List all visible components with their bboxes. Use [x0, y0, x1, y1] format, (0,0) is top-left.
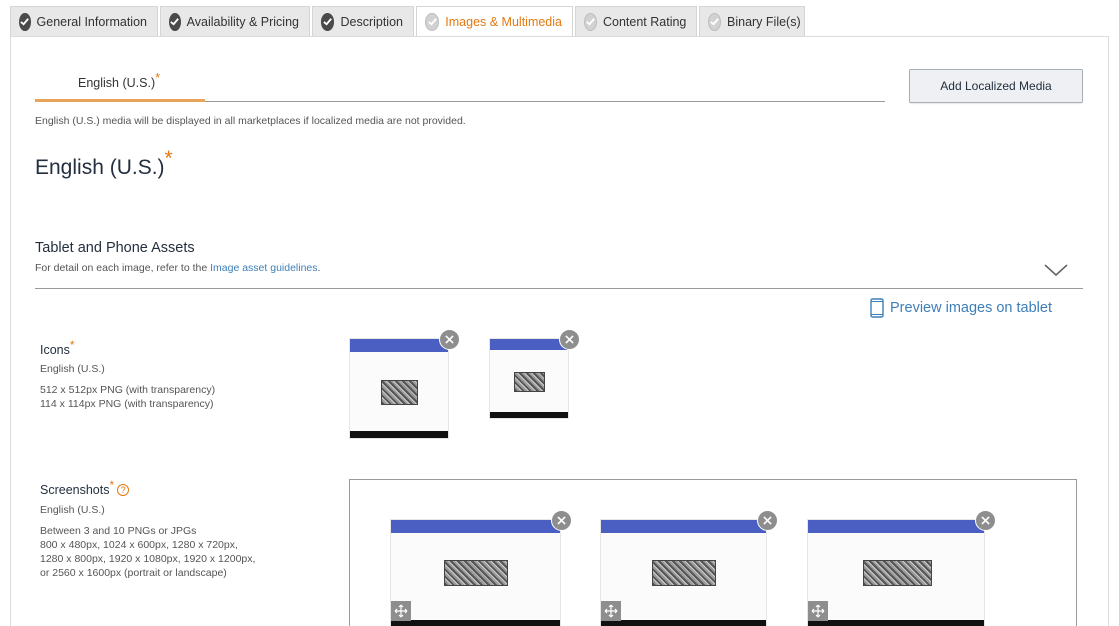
- thumbnail-app-bar: [490, 339, 568, 350]
- check-circle-icon: [169, 12, 181, 31]
- thumbnail-image: [863, 560, 932, 586]
- icons-spec-114: 114 x 114px PNG (with transparency): [40, 398, 214, 410]
- preview-link-label: Preview images on tablet: [890, 300, 1052, 316]
- screenshots-spec-count: Between 3 and 10 PNGs or JPGs: [40, 525, 197, 537]
- tab-label: Description: [340, 14, 403, 29]
- locale-heading: English (U.S.)*: [35, 147, 173, 180]
- move-icon[interactable]: [808, 601, 828, 621]
- screenshots-spec-sizes-2: 1280 x 800px, 1920 x 1080px, 1920 x 1200…: [40, 553, 256, 565]
- thumbnail-image: [514, 372, 545, 392]
- thumbnail-image: [381, 380, 418, 405]
- check-circle-outline-icon: [425, 12, 440, 31]
- close-icon[interactable]: [757, 510, 778, 531]
- tab-label: Content Rating: [603, 14, 687, 29]
- chevron-down-icon[interactable]: [1043, 262, 1069, 278]
- check-circle-icon: [321, 12, 335, 31]
- tab-label: Binary File(s): [727, 14, 801, 29]
- tab-label: Availability & Pricing: [186, 14, 299, 29]
- required-mark: *: [69, 338, 75, 352]
- tab-content-rating[interactable]: Content Rating: [575, 6, 697, 36]
- tablet-icon: [870, 298, 884, 318]
- locale-tab-active-indicator: [35, 99, 205, 102]
- close-icon[interactable]: [439, 329, 460, 350]
- locale-heading-text: English (U.S.): [35, 156, 165, 179]
- thumbnail-nav-bar: [490, 412, 568, 418]
- tab-description[interactable]: Description: [312, 6, 414, 36]
- tab-label: Images & Multimedia: [445, 14, 562, 29]
- screenshot-thumbnail[interactable]: [390, 510, 572, 626]
- thumbnail-image: [444, 560, 508, 586]
- section-title: Tablet and Phone Assets: [35, 240, 195, 256]
- section-subtitle-text: For detail on each image, refer to the: [35, 262, 211, 274]
- thumbnail-app-bar: [391, 520, 560, 533]
- tab-binary-files[interactable]: Binary File(s): [699, 6, 805, 36]
- icons-label: Icons*: [40, 338, 75, 357]
- icon-thumbnail-114[interactable]: [489, 329, 580, 419]
- close-icon[interactable]: [975, 510, 996, 531]
- screenshots-spec-sizes-1: 800 x 480px, 1024 x 600px, 1280 x 720px,: [40, 539, 238, 551]
- tab-general-information[interactable]: General Information: [10, 6, 158, 36]
- tab-bar: General Information Availability & Prici…: [10, 6, 807, 36]
- add-localized-media-button[interactable]: Add Localized Media: [909, 69, 1083, 103]
- screenshots-locale: English (U.S.): [40, 504, 105, 516]
- check-circle-outline-icon: [708, 12, 721, 31]
- required-mark: *: [164, 147, 173, 170]
- thumbnail-app-bar: [601, 520, 766, 533]
- tab-images-multimedia[interactable]: Images & Multimedia: [416, 6, 573, 36]
- close-icon[interactable]: [559, 329, 580, 350]
- thumbnail-nav-bar: [350, 431, 448, 438]
- icons-locale: English (U.S.): [40, 363, 105, 375]
- thumbnail-app-bar: [350, 339, 448, 352]
- section-subtitle-end: .: [317, 262, 321, 274]
- section-divider: [35, 288, 1083, 289]
- locale-tab-english-us[interactable]: English (U.S.)*: [78, 70, 160, 90]
- locale-tab-label: English (U.S.): [78, 76, 156, 90]
- close-icon[interactable]: [551, 510, 572, 531]
- screenshot-thumbnail[interactable]: [600, 510, 778, 626]
- thumbnail-app-bar: [808, 520, 984, 533]
- locale-note: English (U.S.) media will be displayed i…: [35, 115, 466, 127]
- tab-availability-pricing[interactable]: Availability & Pricing: [160, 6, 310, 36]
- screenshot-thumbnail[interactable]: [807, 510, 996, 626]
- section-subtitle: For detail on each image, refer to the I…: [35, 262, 320, 274]
- check-circle-outline-icon: [584, 12, 597, 31]
- tab-label: General Information: [36, 14, 147, 29]
- screenshots-label-text: Screenshots: [40, 483, 110, 497]
- thumbnail-nav-bar: [391, 620, 560, 626]
- move-icon[interactable]: [391, 601, 411, 621]
- screenshots-spec-sizes-3: or 2560 x 1600px (portrait or landscape): [40, 567, 227, 579]
- icons-spec-512: 512 x 512px PNG (with transparency): [40, 384, 216, 396]
- screenshots-label: Screenshots*?: [40, 478, 130, 497]
- required-mark: *: [155, 70, 161, 85]
- thumbnail-nav-bar: [601, 620, 766, 626]
- image-asset-guidelines-link[interactable]: Image asset guidelines: [210, 262, 317, 274]
- move-icon[interactable]: [601, 601, 621, 621]
- help-icon[interactable]: ?: [117, 484, 130, 496]
- thumbnail-image: [652, 560, 716, 586]
- check-circle-icon: [19, 12, 31, 31]
- required-mark: *: [109, 478, 115, 492]
- thumbnail-nav-bar: [808, 620, 984, 626]
- preview-images-on-tablet-link[interactable]: Preview images on tablet: [870, 298, 1052, 318]
- icon-thumbnail-512[interactable]: [349, 329, 460, 439]
- icons-label-text: Icons: [40, 343, 70, 357]
